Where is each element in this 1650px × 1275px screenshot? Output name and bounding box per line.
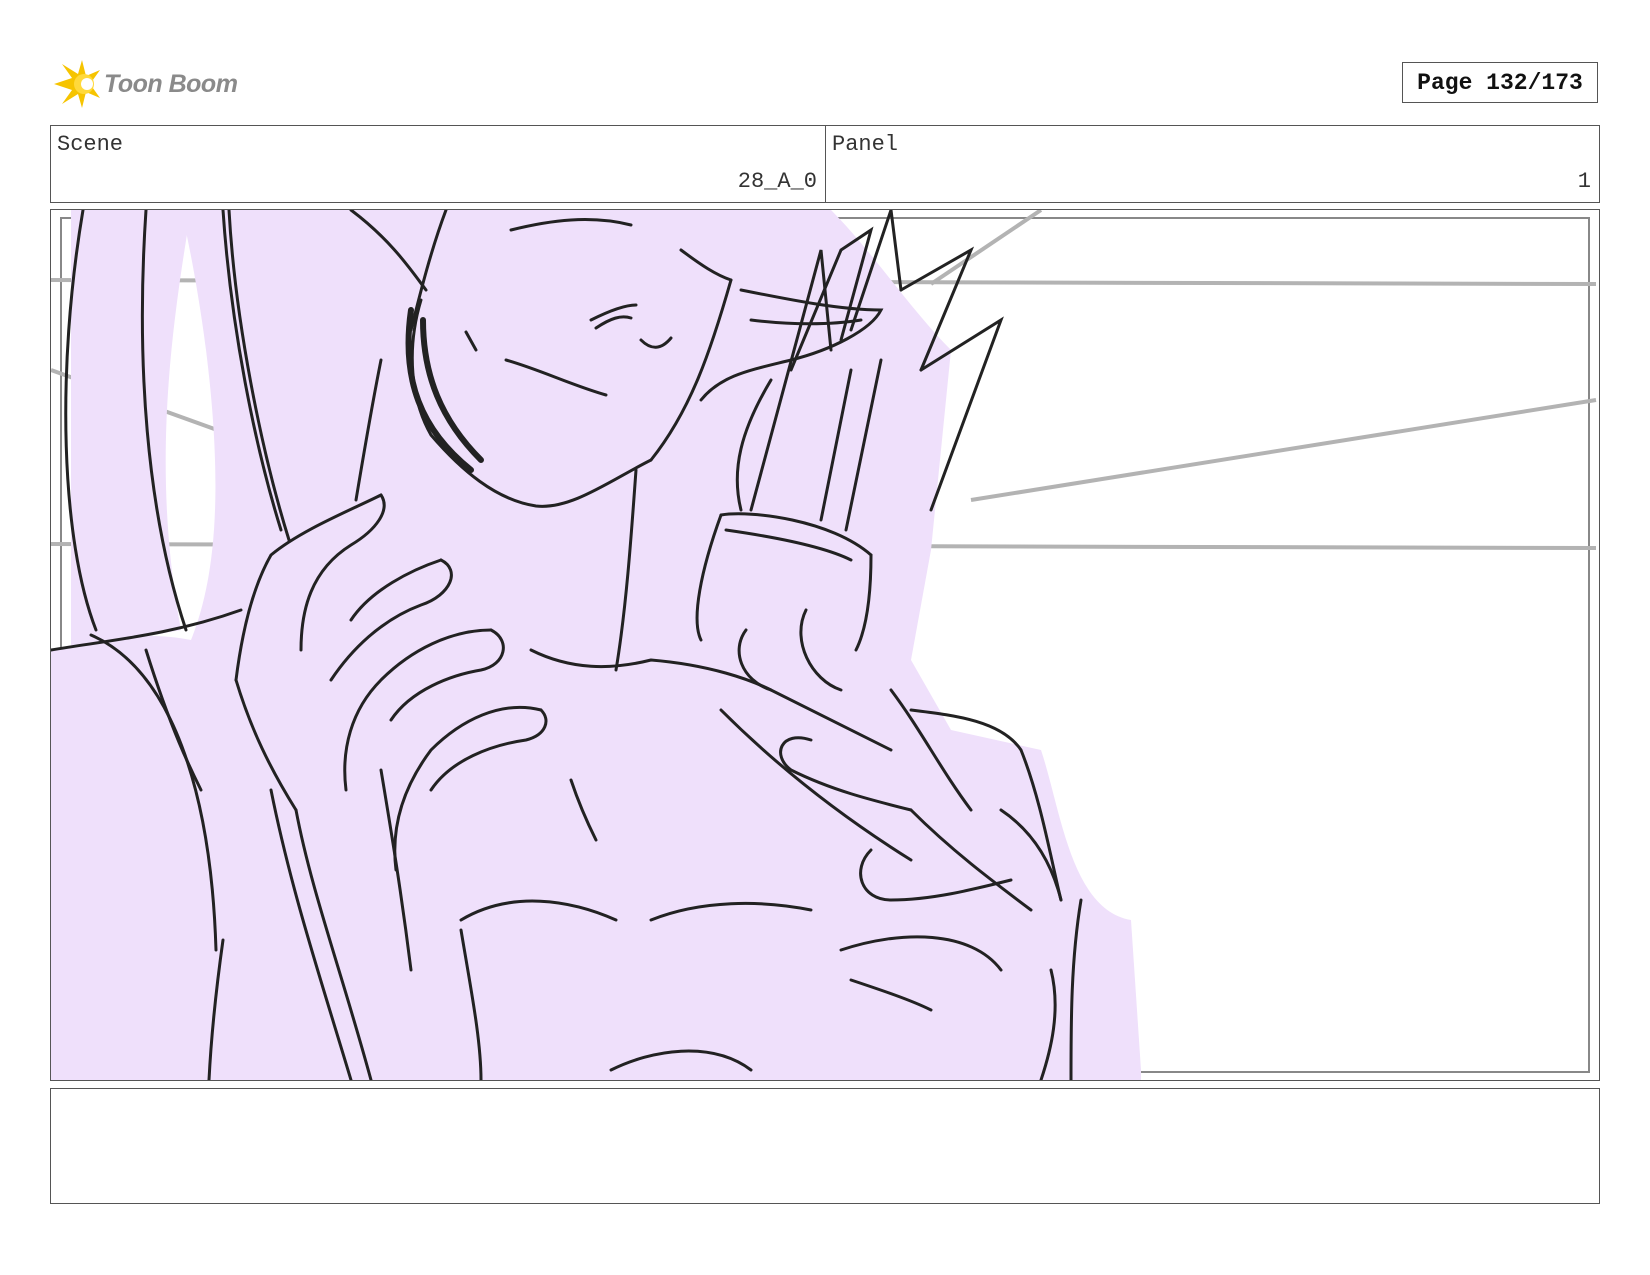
page-indicator: Page 132/173 <box>1402 62 1598 103</box>
panel-value: 1 <box>1577 169 1591 194</box>
scene-label: Scene <box>57 132 124 157</box>
scene-value: 28_A_0 <box>737 169 817 194</box>
storyboard-sketch <box>51 210 1597 1080</box>
panel-notes <box>50 1088 1600 1204</box>
toon-boom-logo: Toon Boom <box>52 58 238 110</box>
logo-text: Toon Boom <box>104 69 238 98</box>
panel-cell: Panel 1 <box>826 126 1599 202</box>
panel-label: Panel <box>832 132 899 157</box>
storyboard-frame <box>50 209 1600 1081</box>
toon-boom-flare-icon <box>54 60 100 108</box>
scene-panel-info: Scene 28_A_0 Panel 1 <box>50 125 1600 203</box>
scene-cell: Scene 28_A_0 <box>51 126 826 202</box>
